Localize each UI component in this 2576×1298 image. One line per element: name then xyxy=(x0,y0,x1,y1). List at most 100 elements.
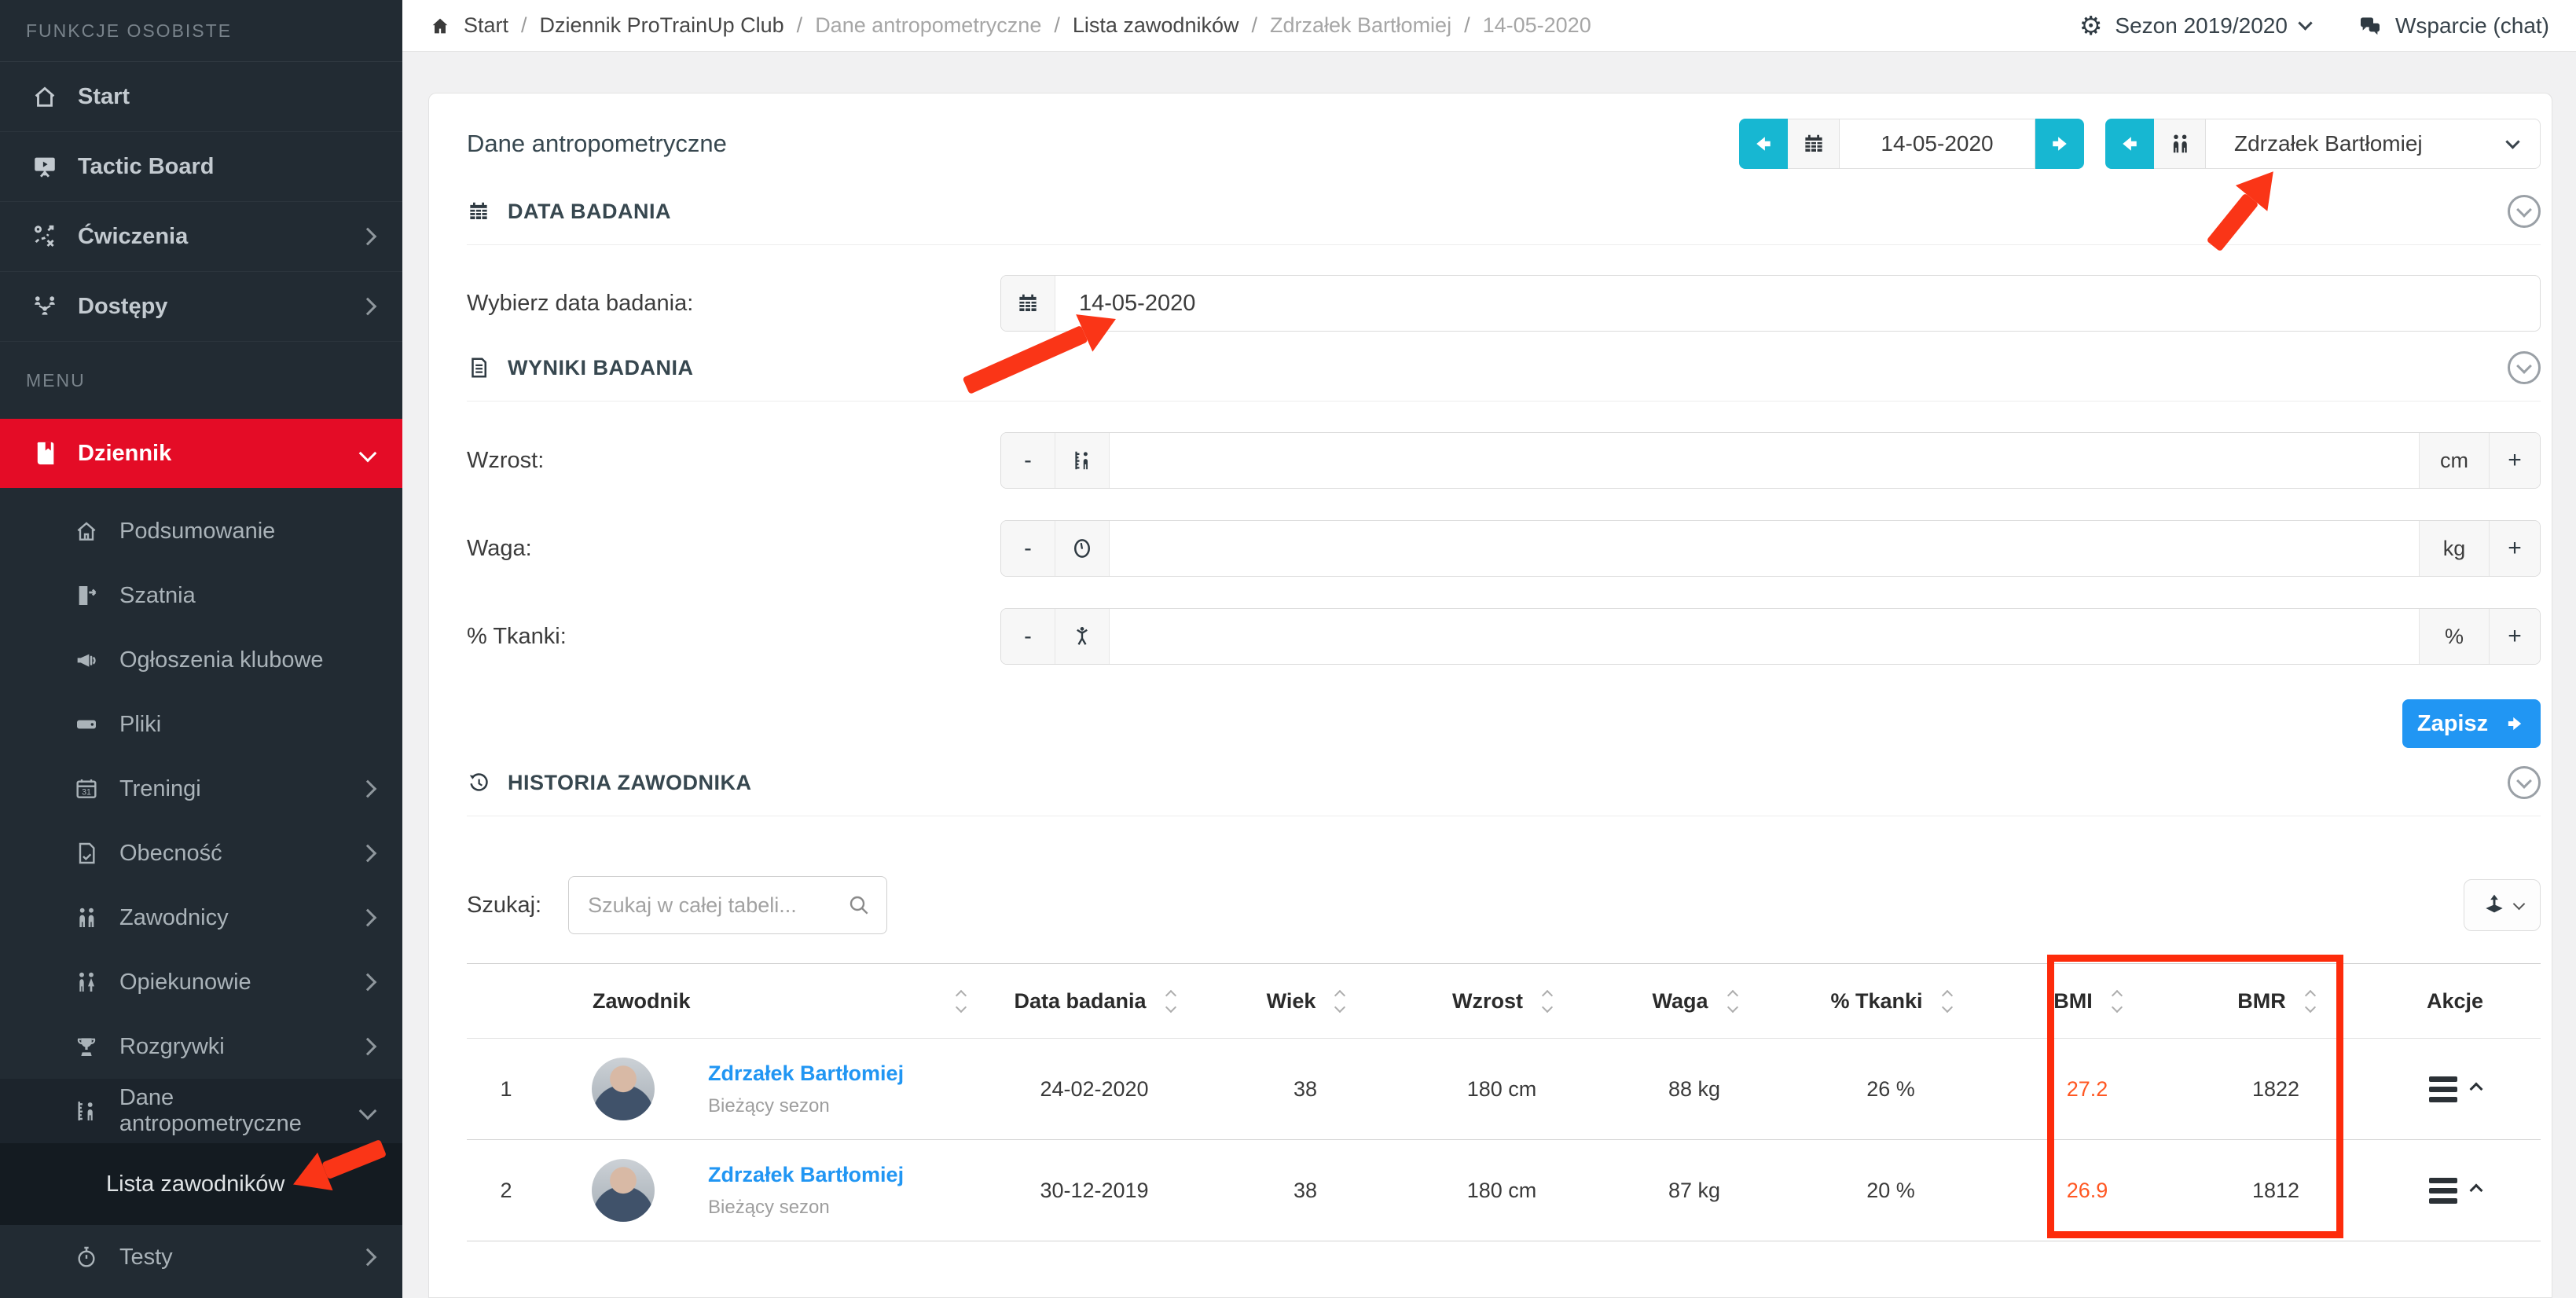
table-header[interactable]: Wiek xyxy=(1203,964,1407,1038)
guardians-icon xyxy=(69,970,104,995)
sidebar-item-label: Rozgrywki xyxy=(119,1034,225,1060)
calendar-icon: 31 xyxy=(69,776,104,801)
weight-input[interactable] xyxy=(1110,521,2419,576)
sidebar-section-menu-label: MENU xyxy=(26,370,86,391)
cell-age: 38 xyxy=(1203,1039,1407,1139)
cell-date: 30-12-2019 xyxy=(985,1140,1203,1241)
arrow-left-icon xyxy=(2118,132,2141,156)
table-header[interactable]: BMR xyxy=(2185,964,2366,1038)
export-button[interactable] xyxy=(2464,879,2541,931)
sidebar-item-szatnia[interactable]: Szatnia xyxy=(0,563,402,628)
sidebar-item-cwiczenia[interactable]: Ćwiczenia xyxy=(0,202,402,272)
calendar-icon xyxy=(1788,119,1840,169)
row-actions-button[interactable] xyxy=(2429,1076,2481,1102)
sidebar-item-treningi[interactable]: 31 Treningi xyxy=(0,757,402,821)
player-link[interactable]: Zdrzałek Bartłomiej xyxy=(708,1163,904,1187)
decrement-button[interactable]: - xyxy=(1001,521,1055,576)
sidebar-item-start[interactable]: Start xyxy=(0,62,402,132)
date-prev-button[interactable] xyxy=(1739,119,1788,169)
date-field[interactable]: 14-05-2020 xyxy=(1000,275,2541,332)
section-historia-header: HISTORIA ZAWODNIKA xyxy=(467,759,2541,806)
sort-icon[interactable] xyxy=(2113,992,2121,1011)
chevron-down-icon xyxy=(359,445,377,463)
sidebar-item-zawodnicy[interactable]: Zawodnicy xyxy=(0,886,402,950)
collapse-section-button[interactable] xyxy=(2508,195,2541,228)
sidebar-item-podsumowanie[interactable]: Podsumowanie xyxy=(0,499,402,563)
fat-input[interactable] xyxy=(1110,609,2419,664)
season-selector[interactable]: ⚙ Sezon 2019/2020 xyxy=(2079,13,2310,38)
sidebar-item-ogloszenia[interactable]: Ogłoszenia klubowe xyxy=(0,628,402,692)
sort-icon[interactable] xyxy=(1336,992,1344,1011)
sidebar-item-dane-antropometryczne[interactable]: Dane antropometryczne xyxy=(0,1079,402,1143)
sidebar-item-obecnosc[interactable]: Obecność xyxy=(0,821,402,886)
section-wyniki-header: WYNIKI BADANIA xyxy=(467,344,2541,391)
row-actions-button[interactable] xyxy=(2429,1178,2481,1204)
player-prev-button[interactable] xyxy=(2105,119,2154,169)
support-chat-button[interactable]: Wsparcie (chat) xyxy=(2358,13,2549,38)
table-header[interactable]: % Tkanki xyxy=(1793,964,1989,1038)
decrement-button[interactable]: - xyxy=(1001,609,1055,664)
sidebar-item-pliki[interactable]: Pliki xyxy=(0,692,402,757)
scale-icon xyxy=(1055,521,1110,576)
breadcrumb-home-icon[interactable] xyxy=(429,15,451,37)
player-select[interactable]: Zdrzałek Bartłomiej xyxy=(2206,119,2541,169)
trophy-icon xyxy=(69,1034,104,1059)
breadcrumb-item[interactable]: Dane antropometryczne xyxy=(815,13,1041,38)
date-next-button[interactable] xyxy=(2035,119,2084,169)
table-header[interactable]: Waga xyxy=(1596,964,1793,1038)
sidebar-item-label: Lista zawodników xyxy=(106,1172,284,1197)
drive-icon xyxy=(69,712,104,737)
sort-icon[interactable] xyxy=(1729,992,1737,1011)
date-nav-value[interactable]: 14-05-2020 xyxy=(1840,119,2035,169)
sidebar-section-personal: FUNKCJE OSOBISTE xyxy=(0,0,402,62)
increment-button[interactable]: + xyxy=(2489,433,2540,488)
sidebar-item-dziennik[interactable]: Dziennik xyxy=(0,419,402,488)
chevron-down-icon xyxy=(2512,897,2525,910)
table-header-index xyxy=(467,964,545,1038)
fat-field-row: % Tkanki: - % + xyxy=(467,608,2541,665)
table-header[interactable]: Zawodnik xyxy=(545,964,985,1038)
table-header[interactable]: Data badania xyxy=(985,964,1203,1038)
chevron-right-icon xyxy=(359,1038,377,1056)
date-field-value[interactable]: 14-05-2020 xyxy=(1055,276,2540,331)
sidebar-item-testy[interactable]: Testy xyxy=(0,1225,402,1289)
megaphone-icon xyxy=(69,647,104,673)
increment-button[interactable]: + xyxy=(2489,521,2540,576)
sidebar-item-lista-zawodnikow[interactable]: Lista zawodników xyxy=(0,1143,402,1225)
save-button[interactable]: Zapisz xyxy=(2402,699,2541,748)
collapse-section-button[interactable] xyxy=(2508,766,2541,799)
breadcrumb-item[interactable]: 14-05-2020 xyxy=(1483,13,1591,38)
sidebar-item-label: Dostępy xyxy=(78,294,167,320)
cell-bmi: 26.9 xyxy=(1989,1140,2185,1241)
search-row: Szukaj: xyxy=(467,876,2541,934)
breadcrumb-item[interactable]: Lista zawodników xyxy=(1073,13,1239,38)
table-header[interactable]: Wzrost xyxy=(1407,964,1596,1038)
chevron-right-icon xyxy=(359,298,377,316)
decrement-button[interactable]: - xyxy=(1001,433,1055,488)
sidebar-item-label: Testy xyxy=(119,1245,173,1270)
increment-button[interactable]: + xyxy=(2489,609,2540,664)
sort-icon[interactable] xyxy=(2306,992,2314,1011)
breadcrumb-item[interactable]: Zdrzałek Bartłomiej xyxy=(1270,13,1451,38)
sidebar-item-tactic-board[interactable]: Tactic Board xyxy=(0,132,402,202)
sidebar-item-opiekunowie[interactable]: Opiekunowie xyxy=(0,950,402,1014)
avatar xyxy=(592,1058,655,1120)
collapse-section-button[interactable] xyxy=(2508,351,2541,384)
sidebar-section-personal-label: FUNKCJE OSOBISTE xyxy=(26,20,232,42)
sidebar-item-dostepy[interactable]: Dostępy xyxy=(0,272,402,342)
height-input[interactable] xyxy=(1110,433,2419,488)
player-link[interactable]: Zdrzałek Bartłomiej xyxy=(708,1062,904,1086)
sort-icon[interactable] xyxy=(957,992,965,1011)
breadcrumb-item[interactable]: Dziennik ProTrainUp Club xyxy=(540,13,784,38)
search-input[interactable] xyxy=(568,876,887,934)
section-title: HISTORIA ZAWODNIKA xyxy=(508,771,752,795)
breadcrumb-item[interactable]: Start xyxy=(464,13,508,38)
sidebar-item-rozgrywki[interactable]: Rozgrywki xyxy=(0,1014,402,1079)
table-header-row: Zawodnik Data badania Wiek Wzrost Waga %… xyxy=(467,963,2541,1039)
sidebar-item-label: Ogłoszenia klubowe xyxy=(119,647,324,673)
table-header[interactable]: BMI xyxy=(1989,964,2185,1038)
sort-icon[interactable] xyxy=(1943,992,1951,1011)
sort-icon[interactable] xyxy=(1167,992,1175,1011)
chevron-right-icon xyxy=(359,780,377,798)
sort-icon[interactable] xyxy=(1543,992,1551,1011)
